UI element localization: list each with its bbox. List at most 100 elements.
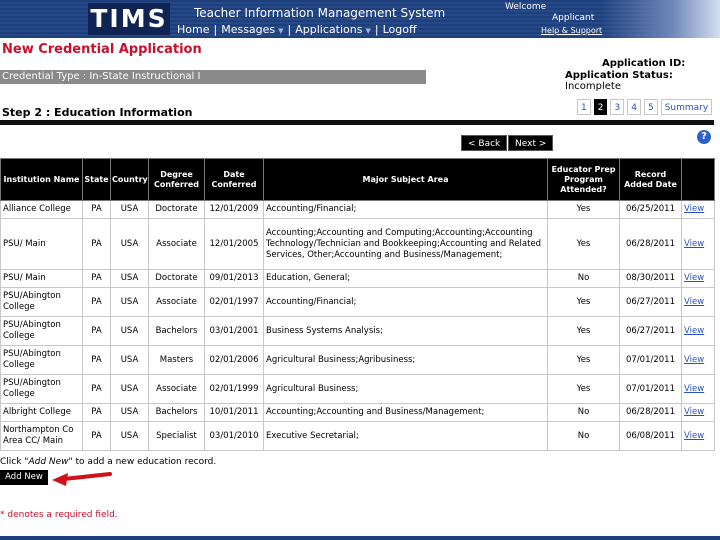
cell-degree: Associate <box>148 287 205 317</box>
help-support-link[interactable]: Help & Support <box>541 26 602 35</box>
cell-date-conferred: 10/01/2011 <box>204 403 264 422</box>
cell-institution: Alliance College <box>0 200 83 219</box>
view-link[interactable]: View <box>684 326 704 336</box>
cell-major: Accounting;Accounting and Computing;Acco… <box>263 218 548 270</box>
cell-date-conferred: 12/01/2009 <box>204 200 264 219</box>
header-gradient <box>600 0 720 38</box>
cell-view: View <box>681 316 715 346</box>
cell-major: Agricultural Business;Agribusiness; <box>263 345 548 375</box>
nav-separator: | <box>213 23 218 36</box>
step-page-summary[interactable]: Summary <box>660 99 713 115</box>
table-row: PSU/Abington College PA USA Bachelors 03/01/… <box>0 316 715 346</box>
application-status-label: Application Status: <box>565 70 673 81</box>
cell-degree: Associate <box>148 218 205 270</box>
cell-record-added: 07/01/2011 <box>619 374 682 404</box>
cell-institution: Northampton Co Area CC/ Main <box>0 421 83 451</box>
cell-view: View <box>681 218 715 270</box>
cell-date-conferred: 09/01/2013 <box>204 269 264 288</box>
nav-home[interactable]: Home <box>177 23 209 36</box>
cell-educator-prep: No <box>547 421 620 451</box>
nav-separator: | <box>374 23 379 36</box>
step-page-4[interactable]: 4 <box>627 99 641 115</box>
view-link[interactable]: View <box>684 239 704 249</box>
hint-em: Add New <box>28 457 69 467</box>
col-state[interactable]: State <box>82 158 111 201</box>
cell-degree: Specialist <box>148 421 205 451</box>
add-new-button[interactable]: Add New <box>0 470 48 485</box>
cell-institution: PSU/Abington College <box>0 316 83 346</box>
cell-country: USA <box>110 345 149 375</box>
hint-prefix: Click " <box>0 457 29 467</box>
back-button[interactable]: < Back <box>461 135 508 151</box>
cell-institution: Albright College <box>0 403 83 422</box>
cell-degree: Doctorate <box>148 269 205 288</box>
red-arrow-annotation <box>52 472 112 486</box>
cell-date-conferred: 02/01/2006 <box>204 345 264 375</box>
education-table: Institution Name State Country Degree Co… <box>0 158 715 451</box>
step-page-3[interactable]: 3 <box>610 99 625 115</box>
col-major[interactable]: Major Subject Area <box>263 158 548 201</box>
nav-messages[interactable]: Messages ▼ <box>221 23 283 36</box>
cell-state: PA <box>82 316 111 346</box>
cell-record-added: 06/27/2011 <box>619 316 682 346</box>
view-link[interactable]: View <box>684 407 704 417</box>
cell-educator-prep: Yes <box>547 374 620 404</box>
step-page-5[interactable]: 5 <box>643 99 658 115</box>
col-date-conferred[interactable]: Date Conferred <box>204 158 264 201</box>
cell-record-added: 06/27/2011 <box>619 287 682 317</box>
col-degree[interactable]: Degree Conferred <box>148 158 205 201</box>
cell-state: PA <box>82 269 111 288</box>
page-title: New Credential Application <box>2 42 202 57</box>
nav-messages-label: Messages <box>221 23 276 36</box>
chevron-down-icon: ▼ <box>278 27 284 35</box>
cell-country: USA <box>110 200 149 219</box>
view-link[interactable]: View <box>684 273 704 283</box>
cell-state: PA <box>82 200 111 219</box>
col-institution[interactable]: Institution Name <box>0 158 83 201</box>
cell-view: View <box>681 374 715 404</box>
cell-institution: PSU/Abington College <box>0 287 83 317</box>
col-educator-prep[interactable]: Educator Prep Program Attended? <box>547 158 620 201</box>
table-header-row: Institution Name State Country Degree Co… <box>0 158 715 201</box>
cell-institution: PSU/Abington College <box>0 345 83 375</box>
cell-major: Accounting/Financial; <box>263 200 548 219</box>
cell-major: Education, General; <box>263 269 548 288</box>
table-row: PSU/Abington College PA USA Masters 02/01/20… <box>0 345 715 375</box>
col-action <box>681 158 715 201</box>
nav-applications[interactable]: Applications ▼ <box>295 23 371 36</box>
cell-view: View <box>681 345 715 375</box>
table-row: Albright College PA USA Bachelors 10/01/2011… <box>0 403 715 422</box>
cell-state: PA <box>82 421 111 451</box>
view-link[interactable]: View <box>684 431 704 441</box>
next-button[interactable]: Next > <box>508 135 554 151</box>
cell-major: Executive Secretarial; <box>263 421 548 451</box>
cell-country: USA <box>110 403 149 422</box>
table-row: PSU/ Main PA USA Doctorate 09/01/2013 Educati… <box>0 269 715 288</box>
step-page-2[interactable]: 2 <box>593 99 608 115</box>
view-link[interactable]: View <box>684 204 704 214</box>
cell-country: USA <box>110 269 149 288</box>
cell-date-conferred: 02/01/1997 <box>204 287 264 317</box>
step-divider <box>0 120 714 125</box>
required-field-note: * denotes a required field. <box>0 510 118 520</box>
help-icon[interactable]: ? <box>697 130 711 144</box>
nav-logoff[interactable]: Logoff <box>383 23 417 36</box>
step-title: Step 2 : Education Information <box>2 106 193 119</box>
col-record-added[interactable]: Record Added Date <box>619 158 682 201</box>
step-page-1[interactable]: 1 <box>577 99 591 115</box>
cell-educator-prep: Yes <box>547 316 620 346</box>
cell-date-conferred: 12/01/2005 <box>204 218 264 270</box>
view-link[interactable]: View <box>684 384 704 394</box>
cell-institution: PSU/ Main <box>0 218 83 270</box>
cell-degree: Associate <box>148 374 205 404</box>
tims-logo[interactable]: TIMS <box>88 3 170 35</box>
cell-view: View <box>681 269 715 288</box>
cell-institution: PSU/ Main <box>0 269 83 288</box>
cell-country: USA <box>110 287 149 317</box>
cell-record-added: 08/30/2011 <box>619 269 682 288</box>
view-link[interactable]: View <box>684 297 704 307</box>
cell-date-conferred: 02/01/1999 <box>204 374 264 404</box>
cell-country: USA <box>110 316 149 346</box>
col-country[interactable]: Country <box>110 158 149 201</box>
view-link[interactable]: View <box>684 355 704 365</box>
